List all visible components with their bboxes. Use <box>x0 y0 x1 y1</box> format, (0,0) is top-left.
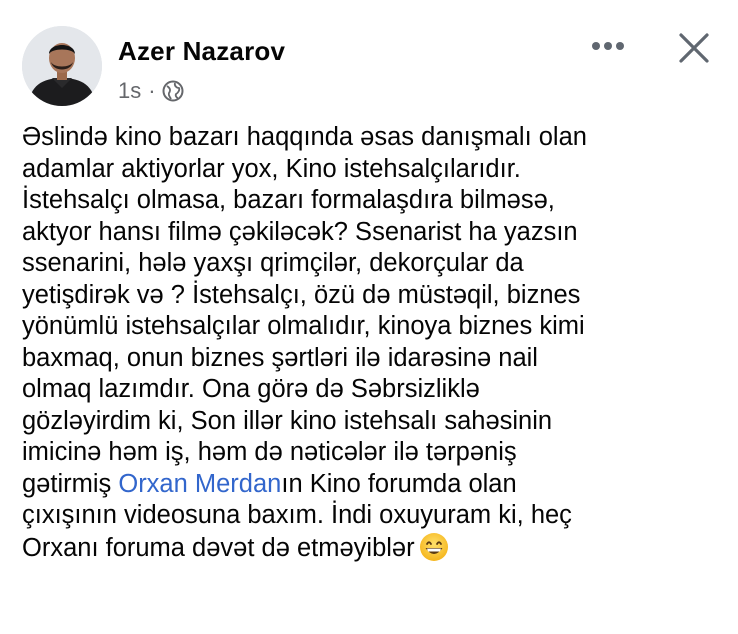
more-options-button[interactable] <box>586 36 630 56</box>
close-icon <box>679 33 709 63</box>
post-meta: 1s · <box>118 78 184 104</box>
avatar-photo <box>22 26 102 106</box>
meta-separator: · <box>148 78 156 103</box>
more-horizontal-icon <box>592 42 624 50</box>
author-name[interactable]: Azer Nazarov <box>118 36 285 67</box>
mention-link[interactable]: Orxan Merdan <box>118 470 281 498</box>
facebook-post: Azer Nazarov 1s · Əslində kino bazarı ha… <box>0 0 738 634</box>
close-button[interactable] <box>672 26 716 70</box>
grinning-face-emoji <box>419 532 449 571</box>
post-text-part-1: Əslində kino bazarı haqqında əsas danışm… <box>22 123 587 498</box>
avatar[interactable] <box>22 26 102 106</box>
globe-icon[interactable] <box>162 80 184 102</box>
post-timestamp[interactable]: 1s <box>118 78 141 104</box>
post-body: Əslində kino bazarı haqqında əsas danışm… <box>22 122 722 570</box>
